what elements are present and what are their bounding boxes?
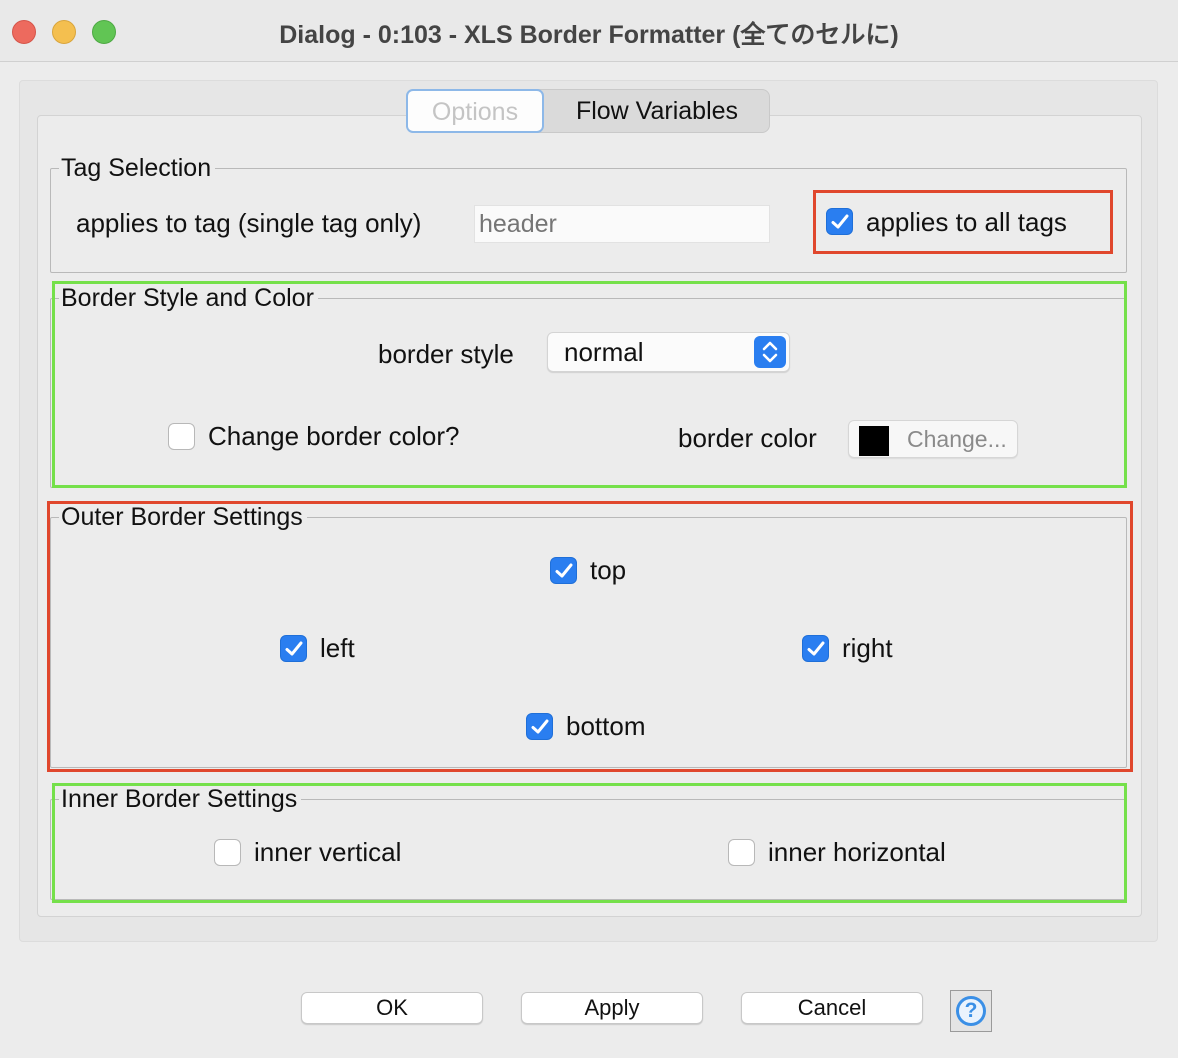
tab-flow-variables[interactable]: Flow Variables <box>545 90 769 132</box>
window-title: Dialog - 0:103 - XLS Border Formatter (全… <box>279 21 899 49</box>
bottom-checkbox[interactable] <box>526 713 553 740</box>
tag-selection-legend: Tag Selection <box>61 154 212 182</box>
change-color-button-label: Change... <box>907 426 1007 452</box>
checkmark-icon <box>285 641 303 656</box>
up-down-arrows-icon <box>754 336 786 368</box>
border-style-label: border style <box>378 339 514 369</box>
checkmark-icon <box>807 641 825 656</box>
inner-horizontal-label: inner horizontal <box>768 837 946 867</box>
title-bar: Dialog - 0:103 - XLS Border Formatter (全… <box>0 0 1178 62</box>
border-color-label: border color <box>678 423 817 453</box>
all-tags-checkbox[interactable] <box>826 208 853 235</box>
help-button[interactable]: ? <box>950 990 992 1032</box>
top-checkbox[interactable] <box>550 557 577 584</box>
apply-button[interactable]: Apply <box>521 992 703 1024</box>
tab-options[interactable]: Options <box>406 89 544 133</box>
change-color-label: Change border color? <box>208 421 460 451</box>
change-color-button[interactable]: Change... <box>848 420 1018 458</box>
help-icon: ? <box>956 996 986 1026</box>
border-style-value: normal <box>564 337 644 367</box>
ok-button[interactable]: OK <box>301 992 483 1024</box>
top-label: top <box>590 555 627 585</box>
cancel-button[interactable]: Cancel <box>741 992 923 1024</box>
left-label: left <box>320 633 355 663</box>
change-color-checkbox[interactable] <box>168 423 195 450</box>
inner-vertical-label: inner vertical <box>254 837 402 867</box>
checkmark-icon <box>555 563 573 578</box>
tag-label: applies to tag (single tag only) <box>76 208 422 238</box>
tab-bar: Options Flow Variables <box>406 89 770 133</box>
border-style-select[interactable]: normal <box>547 332 790 372</box>
checkmark-icon <box>831 214 849 229</box>
bottom-label: bottom <box>566 711 646 741</box>
checkmark-icon <box>531 719 549 734</box>
left-checkbox[interactable] <box>280 635 307 662</box>
tag-input[interactable] <box>474 205 770 243</box>
right-label: right <box>842 633 893 663</box>
color-swatch <box>859 426 889 456</box>
inner-horizontal-checkbox[interactable] <box>728 839 755 866</box>
all-tags-label: applies to all tags <box>866 207 1067 237</box>
right-checkbox[interactable] <box>802 635 829 662</box>
inner-vertical-checkbox[interactable] <box>214 839 241 866</box>
dialog-window: Dialog - 0:103 - XLS Border Formatter (全… <box>0 0 1178 1058</box>
